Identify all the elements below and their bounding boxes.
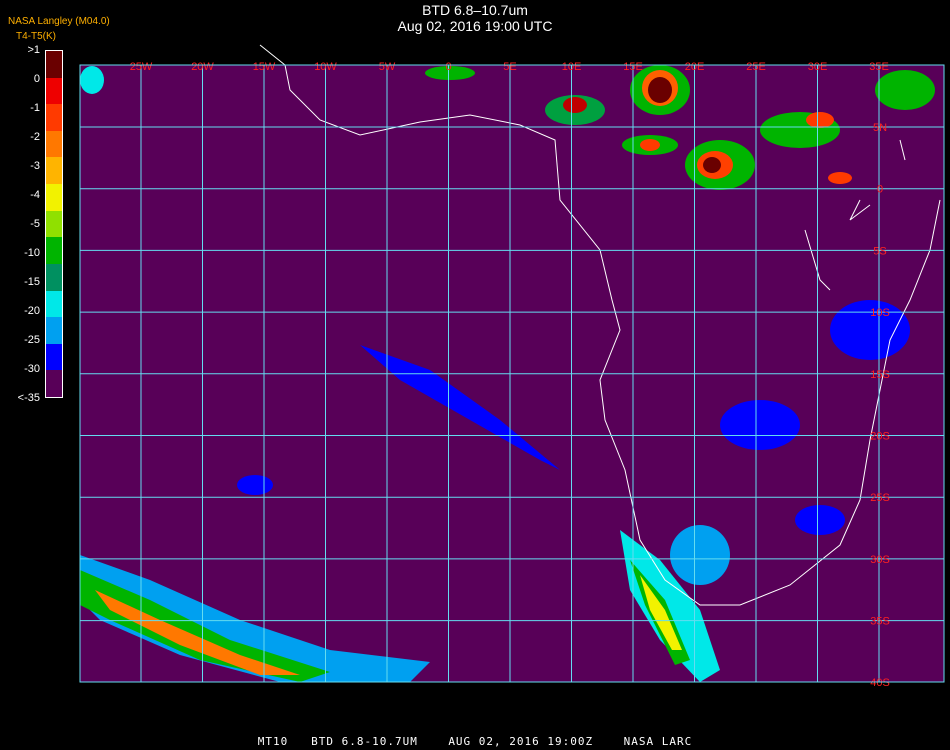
legend-title: T4-T5(K) bbox=[16, 31, 56, 42]
lat-label: 5S bbox=[873, 245, 886, 257]
lat-label: 25S bbox=[870, 492, 890, 504]
lon-label: 35E bbox=[869, 61, 889, 73]
legend-swatch bbox=[46, 263, 62, 291]
cloud-blue-2 bbox=[720, 400, 800, 450]
legend-swatch bbox=[46, 157, 62, 185]
legend-swatch bbox=[46, 343, 62, 371]
lat-label: 30S bbox=[870, 554, 890, 566]
title-datetime: Aug 02, 2016 19:00 UTC bbox=[397, 18, 553, 34]
legend-label: -10 bbox=[24, 247, 40, 259]
legend-swatch bbox=[46, 210, 62, 238]
legend-label: -25 bbox=[24, 334, 40, 346]
legend-label: 0 bbox=[33, 73, 40, 85]
title-block: BTD 6.8–10.7um Aug 02, 2016 19:00 UTC bbox=[0, 2, 950, 34]
title-main: BTD 6.8–10.7um bbox=[422, 2, 528, 18]
legend-swatch bbox=[46, 51, 62, 78]
lon-label: 15W bbox=[253, 61, 276, 73]
credit-label: NASA Langley (M04.0) bbox=[8, 16, 110, 27]
legend-swatch bbox=[46, 290, 62, 318]
lon-label: 20E bbox=[685, 61, 705, 73]
legend-label: -5 bbox=[30, 218, 40, 230]
legend-label: <-35 bbox=[17, 392, 40, 404]
legend-swatch bbox=[46, 370, 62, 397]
cloud-se-4 bbox=[670, 525, 730, 585]
cloud-north-13 bbox=[875, 70, 935, 110]
cloud-north-12 bbox=[640, 139, 660, 151]
cloud-north-2 bbox=[563, 97, 587, 113]
lat-label: 10S bbox=[870, 307, 890, 319]
lat-label: 15S bbox=[870, 369, 890, 381]
legend-label: -3 bbox=[30, 160, 40, 172]
lon-label: 5E bbox=[503, 61, 516, 73]
cloud-north-5 bbox=[648, 77, 672, 103]
legend-swatch bbox=[46, 237, 62, 264]
legend-label: -20 bbox=[24, 305, 40, 317]
cloud-north-10 bbox=[806, 112, 834, 128]
legend-swatch bbox=[46, 104, 62, 131]
legend-label: -2 bbox=[30, 131, 40, 143]
lat-label: 5N bbox=[873, 122, 887, 134]
legend-label: -4 bbox=[30, 189, 40, 201]
lon-label: 10W bbox=[314, 61, 337, 73]
satellite-map: 25W 20W 15W 10W 5W 0 5E 10E 15E 20E 25E 30E 35E 5N 0 5S… bbox=[79, 44, 945, 689]
cloud-blue-3 bbox=[237, 475, 273, 495]
legend-swatch bbox=[46, 184, 62, 211]
cloud-north-14 bbox=[828, 172, 852, 184]
legend-label: -1 bbox=[30, 102, 40, 114]
lat-label: 35S bbox=[870, 616, 890, 628]
lon-label: 20W bbox=[191, 61, 214, 73]
legend-swatch bbox=[46, 130, 62, 158]
lon-label: 15E bbox=[623, 61, 643, 73]
cloud-north-16 bbox=[80, 66, 104, 94]
legend-swatch bbox=[46, 317, 62, 344]
cloud-north-8 bbox=[703, 157, 721, 173]
footer-caption: MT10 BTD 6.8-10.7UM AUG 02, 2016 19:00Z … bbox=[257, 735, 693, 748]
legend-label: -15 bbox=[24, 276, 40, 288]
lon-label: 0 bbox=[445, 61, 451, 73]
lat-label: 20S bbox=[870, 431, 890, 443]
lat-label: 40S bbox=[870, 677, 890, 689]
legend-label: >1 bbox=[27, 44, 40, 56]
lat-label: 0 bbox=[877, 184, 883, 196]
legend-label: -30 bbox=[24, 363, 40, 375]
lon-label: 10E bbox=[562, 61, 582, 73]
lon-label: 25E bbox=[746, 61, 766, 73]
lon-label: 25W bbox=[130, 61, 153, 73]
cloud-blue-4 bbox=[795, 505, 845, 535]
lon-label: 30E bbox=[808, 61, 828, 73]
color-legend bbox=[45, 50, 63, 398]
lon-label: 5W bbox=[379, 61, 396, 73]
legend-swatch bbox=[46, 77, 62, 105]
